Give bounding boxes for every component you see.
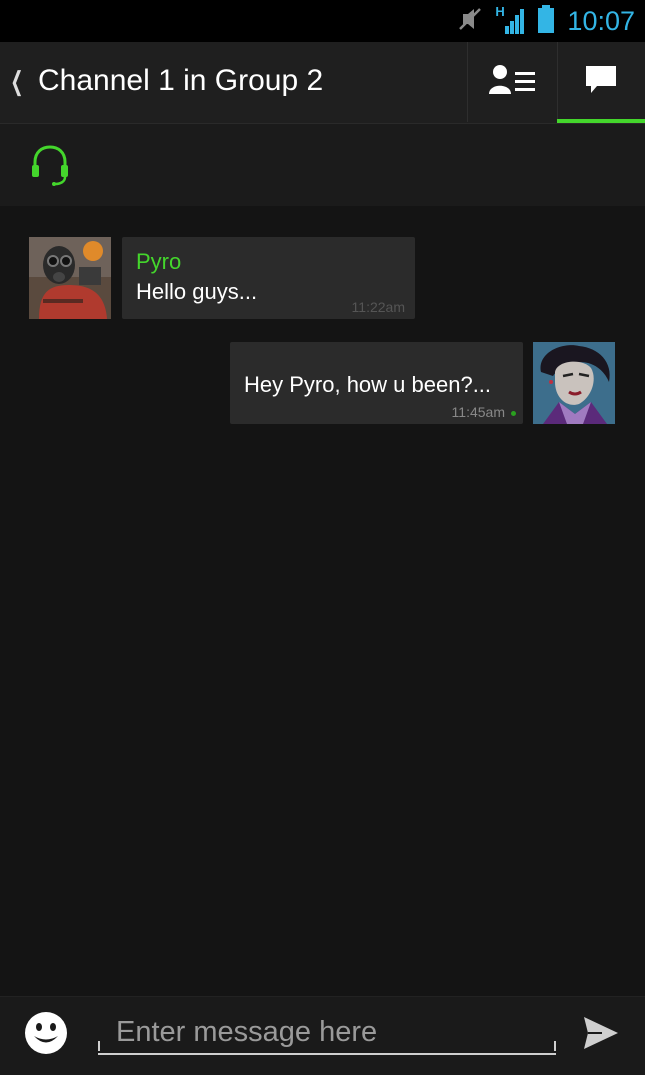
smiley-icon[interactable] — [24, 1011, 68, 1055]
message-bubble-incoming[interactable]: Pyro Hello guys... 11:22am — [122, 237, 415, 319]
member-list-button[interactable] — [469, 42, 557, 122]
message-sender: Pyro — [136, 249, 182, 274]
input-underline-left — [98, 1041, 100, 1051]
active-tab-indicator — [557, 119, 645, 123]
message-text: Hey Pyro, how u been?... — [244, 372, 492, 397]
chat-tab-button[interactable] — [557, 42, 645, 122]
signal-icon: H — [495, 4, 525, 36]
message-bubble-outgoing[interactable]: Hey Pyro, how u been?... 11:45am — [230, 342, 523, 424]
message-time: 11:22am — [351, 299, 405, 315]
status-bar: H 10:07 — [0, 0, 645, 42]
villainess-avatar[interactable] — [533, 342, 615, 424]
pyro-avatar[interactable] — [29, 237, 111, 319]
voice-bar — [0, 124, 645, 206]
chat-bubble-icon — [585, 65, 617, 100]
battery-icon — [537, 4, 555, 39]
network-type-label: H — [495, 4, 505, 19]
mute-icon — [457, 6, 483, 37]
divider — [467, 42, 468, 122]
send-icon[interactable] — [582, 1015, 620, 1051]
input-underline-right — [554, 1041, 556, 1051]
action-bar: ❮ Channel 1 in Group 2 — [0, 42, 645, 124]
status-time: 10:07 — [567, 5, 635, 36]
message-list[interactable]: Pyro Hello guys... 11:22am Hey Pyro, how… — [0, 206, 645, 996]
status-icons: H 10:07 — [457, 0, 635, 42]
member-list-icon — [489, 64, 537, 101]
chevron-left-icon[interactable]: ❮ — [10, 66, 23, 97]
delivered-indicator — [511, 411, 516, 416]
headset-icon[interactable] — [30, 144, 70, 191]
composer-bar — [0, 996, 645, 1075]
message-time: 11:45am — [451, 404, 505, 420]
message-input[interactable] — [98, 1011, 556, 1055]
message-text: Hello guys... — [136, 279, 258, 304]
page-title[interactable]: Channel 1 in Group 2 — [38, 64, 323, 98]
